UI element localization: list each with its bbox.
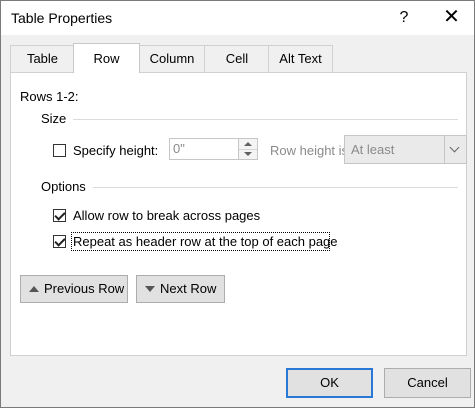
repeat-header-label[interactable]: Repeat as header row at the top of each … — [73, 234, 338, 249]
dialog-title: Table Properties — [11, 10, 113, 26]
tab-column[interactable]: Column — [138, 45, 206, 72]
tab-row[interactable]: Row — [73, 43, 140, 73]
allow-break-checkbox[interactable] — [53, 209, 66, 222]
row-height-spinner — [238, 138, 258, 160]
arrow-up-icon — [244, 142, 252, 146]
options-group-divider — [93, 187, 458, 188]
row-height-is-value: At least — [351, 142, 395, 157]
repeat-header-checkbox[interactable] — [53, 235, 66, 248]
specify-height-checkbox[interactable] — [53, 144, 66, 157]
allow-break-label[interactable]: Allow row to break across pages — [73, 208, 260, 223]
tab-cell[interactable]: Cell — [204, 45, 270, 72]
title-bar: Table Properties ? ✕ — [1, 1, 474, 35]
tab-table[interactable]: Table — [10, 45, 75, 72]
size-group-label: Size — [41, 111, 67, 126]
previous-row-button[interactable]: Previous Row — [20, 275, 128, 303]
row-height-input[interactable]: 0" — [169, 138, 239, 160]
row-tab-panel: Rows 1-2: Size Specify height: 0" Row he… — [10, 72, 467, 356]
ok-button[interactable]: OK — [286, 368, 373, 398]
next-row-button[interactable]: Next Row — [136, 275, 225, 303]
close-button[interactable]: ✕ — [429, 1, 474, 35]
specify-height-label[interactable]: Specify height: — [73, 143, 158, 158]
select-dropdown-button[interactable] — [444, 136, 466, 163]
options-group-label: Options — [41, 179, 86, 194]
spin-down-button[interactable] — [239, 149, 257, 159]
arrow-down-icon — [244, 152, 252, 156]
triangle-up-icon — [29, 285, 39, 292]
tab-alt-text[interactable]: Alt Text — [268, 45, 333, 72]
row-height-is-label: Row height is: — [270, 143, 352, 158]
cancel-button[interactable]: Cancel — [384, 368, 471, 398]
rows-label: Rows 1-2: — [20, 89, 79, 104]
table-properties-dialog: Table Properties ? ✕ Table Row Column Ce… — [0, 0, 475, 408]
triangle-down-icon — [145, 285, 155, 292]
help-button[interactable]: ? — [387, 1, 421, 35]
chevron-down-icon — [449, 142, 460, 153]
row-height-is-select[interactable]: At least — [344, 135, 467, 164]
size-group-divider — [73, 119, 458, 120]
